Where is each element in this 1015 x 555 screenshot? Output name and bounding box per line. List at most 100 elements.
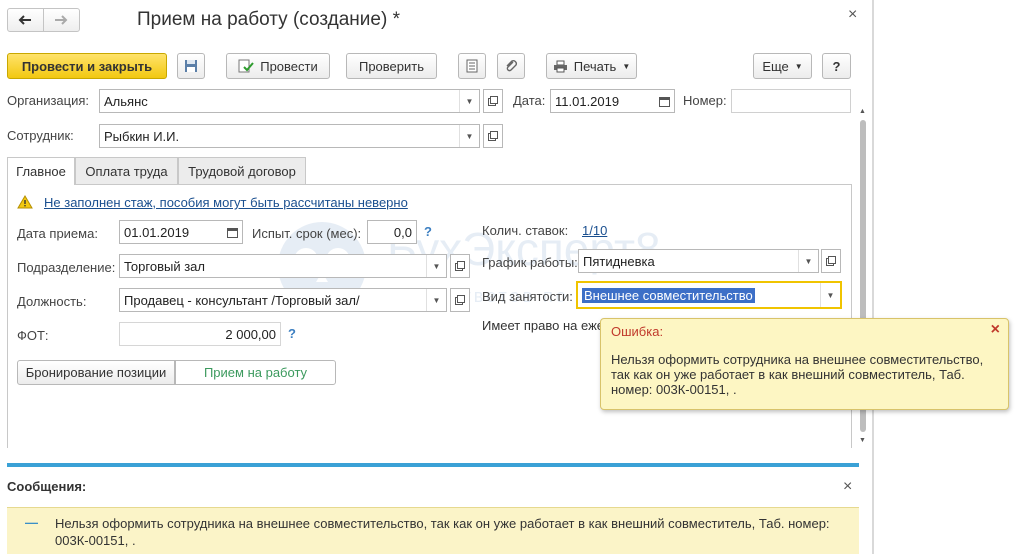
chevron-down-icon: ▼	[622, 61, 631, 71]
employee-value: Рыбкин И.И.	[104, 128, 180, 144]
position-field[interactable]: Продавец - консультант /Торговый зал/ ▼	[119, 288, 447, 312]
scroll-up-arrow[interactable]: ▲	[859, 108, 866, 115]
tab-payment[interactable]: Оплата труда	[75, 157, 178, 184]
probation-help-icon[interactable]: ?	[424, 224, 432, 239]
position-dropdown[interactable]: ▼	[426, 289, 446, 311]
forward-button[interactable]	[44, 9, 80, 31]
open-window-icon	[455, 261, 465, 271]
chevron-down-icon: ▼	[432, 261, 441, 271]
messages-title: Сообщения:	[7, 479, 87, 494]
messages-separator	[7, 463, 859, 467]
open-window-icon	[826, 256, 836, 266]
chevron-down-icon: ▼	[432, 295, 441, 305]
department-open-button[interactable]	[450, 254, 470, 278]
post-button[interactable]: Провести	[226, 53, 330, 79]
org-field[interactable]: Альянс ▼	[99, 89, 480, 113]
window-title: Прием на работу (создание) *	[137, 9, 400, 30]
window-close-button[interactable]: ×	[848, 6, 857, 24]
more-button-label: Еще	[762, 58, 789, 74]
number-label: Номер:	[683, 93, 727, 108]
arrow-left-icon	[18, 15, 32, 25]
position-label: Должность:	[17, 294, 87, 309]
floppy-disk-icon	[185, 60, 197, 72]
chevron-down-icon: ▼	[465, 131, 474, 141]
post-and-close-button[interactable]: Провести и закрыть	[7, 53, 167, 79]
back-button[interactable]	[8, 9, 44, 31]
attach-button[interactable]	[497, 53, 525, 79]
rates-link[interactable]: 1/10	[582, 223, 607, 238]
employee-open-button[interactable]	[483, 124, 503, 148]
message-text: Нельзя оформить сотрудника на внешнее со…	[55, 516, 830, 548]
department-value: Торговый зал	[124, 258, 205, 274]
tab-main[interactable]: Главное	[7, 157, 75, 185]
department-dropdown[interactable]: ▼	[426, 255, 446, 277]
org-dropdown[interactable]: ▼	[459, 90, 479, 112]
fot-help-icon[interactable]: ?	[288, 326, 296, 341]
error-popup-title: Ошибка:	[611, 324, 664, 339]
fot-label: ФОТ:	[17, 328, 49, 343]
calendar-icon	[226, 227, 238, 238]
date-label: Дата:	[513, 93, 546, 108]
employment-type-dropdown[interactable]: ▼	[820, 283, 840, 307]
warning-link[interactable]: Не заполнен стаж, пособия могут быть рас…	[44, 195, 408, 210]
annual-leave-label: Имеет право на еже	[482, 318, 605, 333]
booking-button[interactable]: Бронирование позиции	[17, 360, 175, 385]
chevron-down-icon: ▼	[794, 61, 803, 71]
more-button[interactable]: Еще ▼	[753, 53, 812, 79]
warning-icon	[17, 195, 33, 209]
calendar-button[interactable]	[222, 221, 242, 243]
chevron-down-icon: ▼	[826, 290, 835, 300]
messages-close-button[interactable]: ×	[843, 478, 852, 496]
error-popup: Ошибка: × Нельзя оформить сотрудника на …	[600, 318, 1009, 410]
check-button[interactable]: Проверить	[346, 53, 437, 79]
position-open-button[interactable]	[450, 288, 470, 312]
employment-type-value: Внешнее совместительство	[582, 287, 755, 303]
list-button[interactable]	[458, 53, 486, 79]
fot-field[interactable]: 2 000,00	[119, 322, 281, 346]
tab-contract[interactable]: Трудовой договор	[178, 157, 306, 184]
probation-value: 0,0	[393, 224, 412, 240]
scroll-down-arrow[interactable]: ▼	[859, 437, 866, 444]
org-open-button[interactable]	[483, 89, 503, 113]
fot-value: 2 000,00	[225, 326, 276, 342]
department-field[interactable]: Торговый зал ▼	[119, 254, 447, 278]
nav-buttons	[7, 8, 80, 32]
post-button-label: Провести	[260, 58, 318, 74]
schedule-dropdown[interactable]: ▼	[798, 250, 818, 272]
open-window-icon	[488, 96, 498, 106]
chevron-down-icon: ▼	[465, 96, 474, 106]
probation-field[interactable]: 0,0	[367, 220, 417, 244]
post-document-icon	[238, 59, 254, 73]
hire-date-field[interactable]: 01.01.2019	[119, 220, 243, 244]
list-icon	[466, 59, 478, 73]
hire-date-value: 01.01.2019	[124, 224, 190, 240]
help-button[interactable]: ?	[822, 53, 851, 79]
message-marker-icon: —	[25, 515, 38, 530]
open-window-icon	[488, 131, 498, 141]
employee-dropdown[interactable]: ▼	[459, 125, 479, 147]
department-label: Подразделение:	[17, 260, 116, 275]
org-value: Альянс	[104, 93, 148, 109]
calendar-button[interactable]	[654, 90, 674, 112]
probation-label: Испыт. срок (мес):	[252, 226, 362, 241]
rates-label: Колич. ставок:	[482, 223, 569, 238]
org-label: Организация:	[7, 93, 90, 108]
arrow-right-icon	[55, 15, 68, 25]
hire-button[interactable]: Прием на работу	[175, 360, 336, 385]
employee-label: Сотрудник:	[7, 128, 74, 143]
employment-type-field[interactable]: Внешнее совместительство ▼	[576, 281, 842, 309]
message-item[interactable]: — Нельзя оформить сотрудника на внешнее …	[7, 508, 859, 555]
employee-field[interactable]: Рыбкин И.И. ▼	[99, 124, 480, 148]
employment-type-label: Вид занятости:	[482, 289, 573, 304]
save-button[interactable]	[177, 53, 205, 79]
schedule-open-button[interactable]	[821, 249, 841, 273]
date-field[interactable]: 11.01.2019	[550, 89, 675, 113]
schedule-field[interactable]: Пятидневка ▼	[578, 249, 819, 273]
date-value: 11.01.2019	[555, 93, 620, 109]
number-field[interactable]	[731, 89, 851, 113]
window-right-border	[872, 0, 874, 554]
error-popup-text: Нельзя оформить сотрудника на внешнее со…	[611, 352, 984, 397]
print-button[interactable]: Печать ▼	[546, 53, 637, 79]
schedule-value: Пятидневка	[583, 253, 655, 269]
error-popup-close-button[interactable]: ×	[991, 321, 1000, 339]
